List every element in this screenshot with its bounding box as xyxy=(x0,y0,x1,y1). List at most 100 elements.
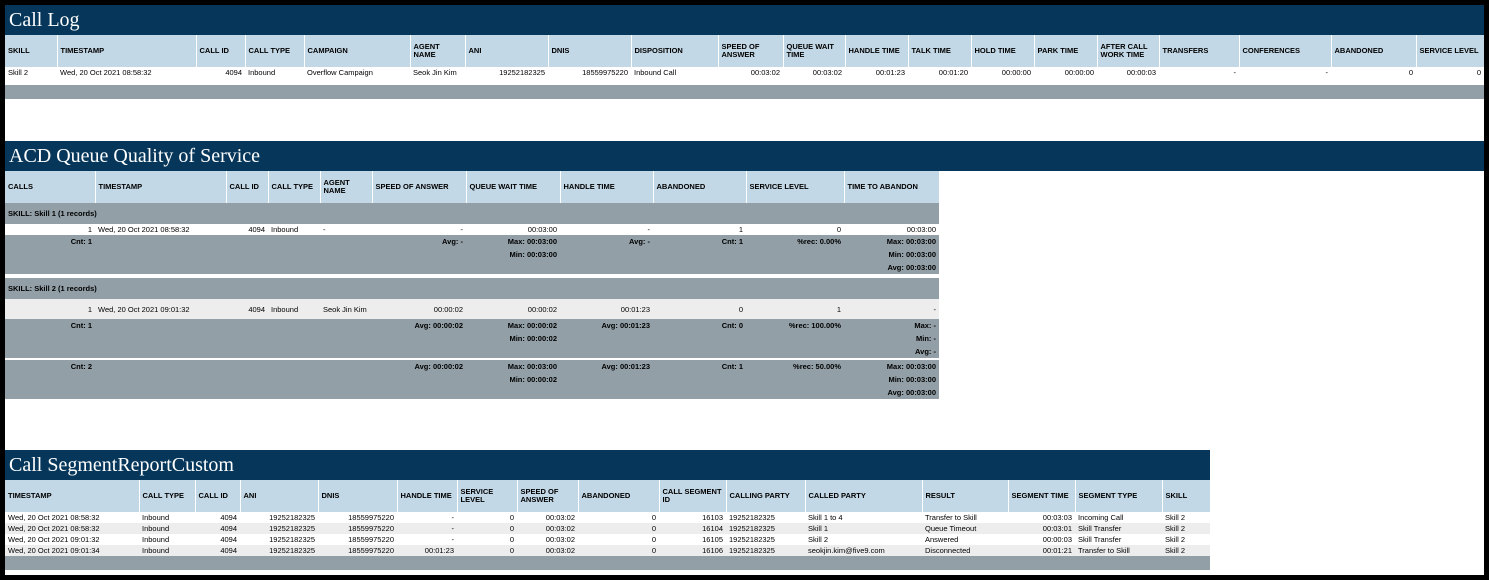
cell: Skill 2 xyxy=(1162,534,1210,545)
summary-row: Avg: - xyxy=(5,345,939,358)
summary-row: Cnt: 1 Avg: 00:00:02 Max: 00:00:02 Avg: … xyxy=(5,319,939,332)
col-header[interactable]: HANDLE TIME xyxy=(560,171,654,203)
cell: Inbound xyxy=(139,523,195,534)
cell: Inbound xyxy=(245,67,304,78)
cell: 1 xyxy=(5,224,95,235)
cell: 4094 xyxy=(196,67,245,78)
col-header[interactable]: SERVICE LEVEL xyxy=(457,480,518,512)
cell: 0 xyxy=(1416,67,1484,78)
cell: 19252182325 xyxy=(465,67,548,78)
cell: 0 xyxy=(1331,67,1416,78)
col-header[interactable]: DNIS xyxy=(318,480,398,512)
col-header[interactable]: ABANDONED xyxy=(1331,35,1417,67)
summary-value: Cnt: 1 xyxy=(653,360,746,373)
col-header[interactable]: ANI xyxy=(465,35,549,67)
col-header[interactable]: ABANDONED xyxy=(578,480,660,512)
col-header[interactable]: HANDLE TIME xyxy=(397,480,458,512)
col-header[interactable]: SEGMENT TIME xyxy=(1008,480,1076,512)
col-header[interactable]: CALL TYPE xyxy=(268,171,321,203)
cell: 00:03:00 xyxy=(844,224,939,235)
report-canvas: Call Log SKILL TIMESTAMP CALL ID CALL TY… xyxy=(5,5,1484,575)
cell: 00:01:23 xyxy=(845,67,908,78)
summary-value: Max: 00:03:00 xyxy=(466,360,560,373)
col-header[interactable]: CALLS xyxy=(5,171,96,203)
col-header[interactable]: SEGMENT TYPE xyxy=(1075,480,1163,512)
cell: 19252182325 xyxy=(726,512,805,523)
cell: 19252182325 xyxy=(726,545,805,556)
col-header[interactable]: ABANDONED xyxy=(653,171,747,203)
col-header[interactable]: AGENT NAME xyxy=(320,171,373,203)
cell: 16106 xyxy=(659,545,726,556)
col-header[interactable]: SPEED OF ANSWER xyxy=(372,171,467,203)
col-header[interactable]: DNIS xyxy=(548,35,632,67)
summary-value: Max: 00:03:00 xyxy=(844,360,939,373)
col-header[interactable]: TRANSFERS xyxy=(1159,35,1240,67)
summary-value: Min: 00:03:00 xyxy=(466,248,560,261)
col-header[interactable]: TIMESTAMP xyxy=(5,480,140,512)
cell: 00:01:20 xyxy=(908,67,971,78)
col-header[interactable]: CALL ID xyxy=(226,171,269,203)
col-header[interactable]: CONFERENCES xyxy=(1239,35,1332,67)
cell: 00:03:02 xyxy=(517,534,578,545)
col-header[interactable]: TIMESTAMP xyxy=(57,35,197,67)
cell: Seok Jin Kim xyxy=(320,299,372,319)
col-header[interactable]: CALL TYPE xyxy=(245,35,305,67)
summary-value: Avg: - xyxy=(560,235,653,248)
col-header[interactable]: CALLING PARTY xyxy=(726,480,806,512)
cell: 1 xyxy=(746,299,844,319)
cell: 00:03:02 xyxy=(517,523,578,534)
cell: 19252182325 xyxy=(726,523,805,534)
col-header[interactable]: SKILL xyxy=(5,35,58,67)
footer-row xyxy=(5,85,1484,99)
cell: - xyxy=(1159,67,1239,78)
col-header[interactable]: CALL ID xyxy=(195,480,241,512)
col-header[interactable]: RESULT xyxy=(922,480,1009,512)
col-header[interactable]: CALL ID xyxy=(196,35,246,67)
col-header[interactable]: TIME TO ABANDON xyxy=(844,171,940,203)
cell: 16104 xyxy=(659,523,726,534)
col-header[interactable]: QUEUE WAIT TIME xyxy=(466,171,561,203)
cell: 00:03:01 xyxy=(1008,523,1075,534)
cell: 4094 xyxy=(195,534,240,545)
col-header[interactable]: HOLD TIME xyxy=(971,35,1035,67)
cell: Transfer to Skill xyxy=(922,512,1008,523)
col-header[interactable]: CAMPAIGN xyxy=(304,35,411,67)
col-header[interactable]: SPEED OF ANSWER xyxy=(517,480,579,512)
cell: - xyxy=(320,224,372,235)
cell: Inbound xyxy=(139,545,195,556)
col-header[interactable]: AGENT NAME xyxy=(410,35,466,67)
col-header[interactable]: SERVICE LEVEL xyxy=(746,171,845,203)
col-header[interactable]: CALLED PARTY xyxy=(805,480,923,512)
segment-title: Call SegmentReportCustom xyxy=(5,450,1210,480)
col-header[interactable]: SERVICE LEVEL xyxy=(1416,35,1484,67)
cell: 16105 xyxy=(659,534,726,545)
cell: Wed, 20 Oct 2021 08:58:32 xyxy=(57,67,196,78)
cell: - xyxy=(560,224,653,235)
col-header[interactable]: DISPOSITION xyxy=(631,35,719,67)
col-header[interactable]: CALL TYPE xyxy=(139,480,196,512)
cell: 0 xyxy=(457,534,517,545)
cell: Transfer to Skill xyxy=(1075,545,1162,556)
col-header[interactable]: SPEED OF ANSWER xyxy=(718,35,784,67)
col-header[interactable]: HANDLE TIME xyxy=(845,35,909,67)
col-header[interactable]: SKILL xyxy=(1162,480,1211,512)
col-header[interactable]: PARK TIME xyxy=(1034,35,1098,67)
summary-value: Max: - xyxy=(844,319,939,332)
summary-row: Avg: 00:03:00 xyxy=(5,261,939,274)
cell: 18559975220 xyxy=(318,512,397,523)
col-header[interactable]: AFTER CALL WORK TIME xyxy=(1097,35,1160,67)
summary-value: Avg: 00:01:23 xyxy=(560,319,653,332)
cell: Inbound xyxy=(139,534,195,545)
col-header[interactable]: ANI xyxy=(240,480,319,512)
summary-value: Min: 00:03:00 xyxy=(844,373,939,386)
footer-row xyxy=(5,556,1210,570)
cell: 4094 xyxy=(226,299,268,319)
segment-body: Wed, 20 Oct 2021 08:58:32 Inbound 4094 1925… xyxy=(5,512,1210,556)
col-header[interactable]: TIMESTAMP xyxy=(95,171,227,203)
col-header[interactable]: CALL SEGMENT ID xyxy=(659,480,727,512)
group-header: SKILL: Skill 2 (1 records) xyxy=(5,278,939,299)
table-row: Wed, 20 Oct 2021 09:01:34 Inbound 4094 1925… xyxy=(5,545,1210,556)
cell: 00:00:02 xyxy=(466,299,560,319)
col-header[interactable]: QUEUE WAIT TIME xyxy=(783,35,846,67)
col-header[interactable]: TALK TIME xyxy=(908,35,972,67)
